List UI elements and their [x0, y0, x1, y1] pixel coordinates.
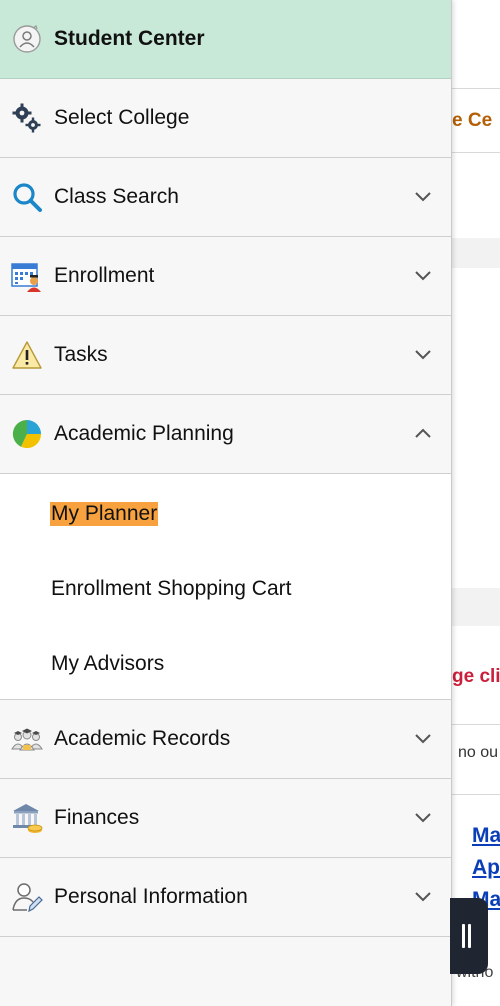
gears-icon [11, 102, 43, 134]
warning-icon [11, 339, 43, 371]
section-band [452, 238, 500, 268]
chevron-down-icon[interactable] [414, 810, 432, 824]
nav-item-personal-information[interactable]: Personal Information [0, 858, 451, 937]
nav-item-label: Class Search [54, 185, 179, 208]
submenu-item-my-planner[interactable]: My Planner [0, 474, 451, 549]
submenu-item-label: My Planner [50, 502, 159, 526]
pie-chart-icon [11, 418, 43, 450]
navigation-drawer: Student Center Select College Class Sear… [0, 0, 452, 1006]
nav-item-label: Finances [54, 806, 140, 829]
submenu-item-label: My Advisors [51, 652, 165, 675]
divider [452, 88, 500, 89]
divider [452, 724, 500, 725]
background-alert: ge cli [452, 666, 500, 687]
chevron-down-icon[interactable] [414, 268, 432, 282]
nav-item-academic-records[interactable]: Academic Records [0, 700, 451, 779]
nav-item-finances[interactable]: Finances [0, 779, 451, 858]
handle-grip-icon [462, 924, 465, 948]
submenu-item-label: Enrollment Shopping Cart [51, 577, 292, 600]
nav-item-label: Enrollment [54, 264, 155, 287]
submenu-item-enrollment-shopping-cart[interactable]: Enrollment Shopping Cart [0, 549, 451, 624]
search-icon [11, 181, 43, 213]
background-link[interactable]: Ap [472, 856, 500, 880]
calendar-user-icon [11, 260, 43, 292]
person-edit-icon [11, 881, 43, 913]
nav-item-label: Academic Planning [54, 422, 234, 445]
handle-grip-icon [468, 924, 471, 948]
background-heading: e Ce [452, 110, 493, 131]
chevron-down-icon[interactable] [414, 731, 432, 745]
academic-planning-submenu: My Planner Enrollment Shopping Cart My A… [0, 474, 451, 700]
nav-item-tasks[interactable]: Tasks [0, 316, 451, 395]
drawer-toggle-handle[interactable] [450, 898, 488, 974]
chevron-down-icon[interactable] [414, 347, 432, 361]
nav-item-class-search[interactable]: Class Search [0, 158, 451, 237]
nav-item-label: Academic Records [54, 727, 231, 750]
nav-item-select-college[interactable]: Select College [0, 79, 451, 158]
background-link[interactable]: Ma [472, 824, 500, 848]
nav-item-label: Personal Information [54, 885, 248, 908]
section-band [452, 588, 500, 626]
chevron-up-icon[interactable] [414, 426, 432, 440]
divider [452, 152, 500, 153]
submenu-item-my-advisors[interactable]: My Advisors [0, 624, 451, 699]
graduates-icon [11, 723, 43, 755]
nav-item-academic-planning[interactable]: Academic Planning [0, 395, 451, 474]
nav-header-student-center[interactable]: Student Center [0, 0, 451, 79]
background-note: no ou [458, 744, 499, 761]
bank-icon [11, 802, 43, 834]
chevron-down-icon[interactable] [414, 889, 432, 903]
nav-header-label: Student Center [54, 27, 205, 50]
divider [452, 794, 500, 795]
nav-item-enrollment[interactable]: Enrollment [0, 237, 451, 316]
chevron-down-icon[interactable] [414, 189, 432, 203]
background-page: e Ce ge cli no ou Ma Ap Ma e S witho [452, 0, 500, 1006]
nav-item-label: Select College [54, 106, 190, 129]
nav-item-label: Tasks [54, 343, 108, 366]
student-center-icon [11, 23, 43, 55]
